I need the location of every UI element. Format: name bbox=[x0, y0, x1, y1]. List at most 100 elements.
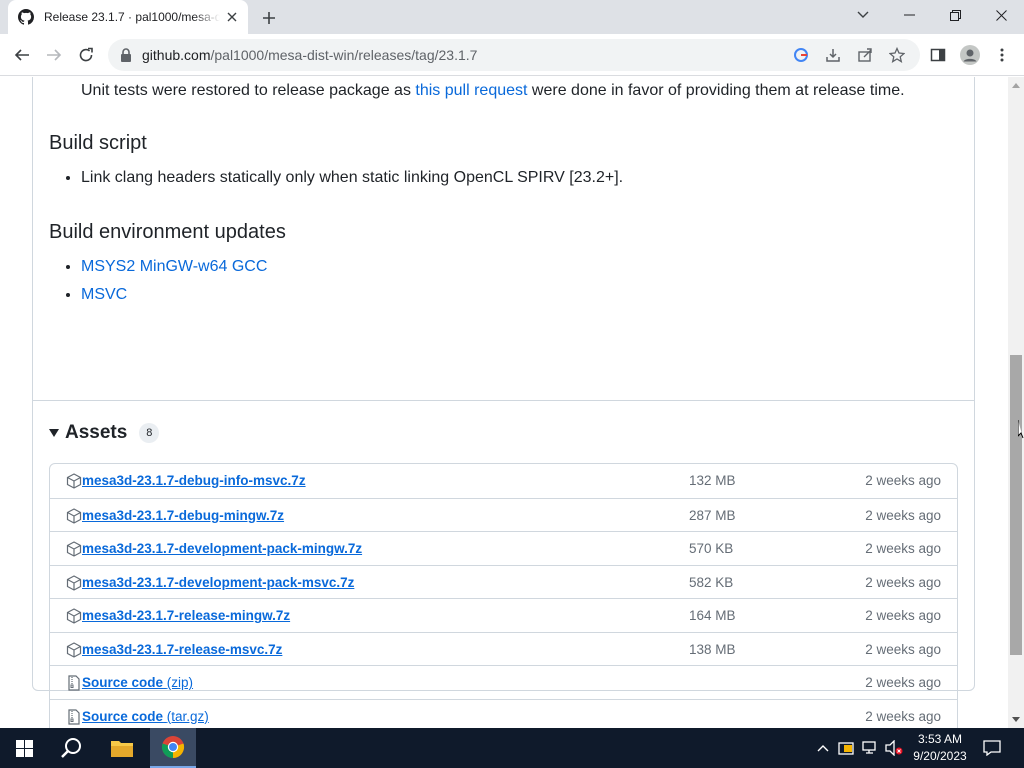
tab-search-chevron-icon[interactable] bbox=[840, 0, 886, 30]
asset-row: mesa3d-23.1.7-debug-mingw.7z 287 MB 2 week… bbox=[50, 497, 957, 532]
forward-arrow-icon[interactable] bbox=[42, 43, 66, 67]
windows-taskbar: 3:53 AM 9/20/2023 bbox=[0, 728, 1024, 768]
cutoff-text-end: were done in favor of providing them at … bbox=[531, 82, 905, 99]
section-title-build-environment: Build environment updates bbox=[49, 221, 286, 243]
asset-row: mesa3d-23.1.7-release-mingw.7z 164 MB 2 we… bbox=[50, 598, 957, 632]
reload-icon[interactable] bbox=[74, 43, 98, 67]
asset-download-link[interactable]: mesa3d-23.1.7-debug-info-msvc.7z bbox=[82, 473, 306, 488]
asset-download-link[interactable]: mesa3d-23.1.7-release-msvc.7z bbox=[82, 642, 282, 657]
asset-name: mesa3d-23.1.7-release-mingw.7z bbox=[82, 608, 291, 623]
asset-date: 2 weeks ago bbox=[865, 641, 941, 657]
address-bar[interactable]: github.com/pal1000/mesa-dist-win/release… bbox=[108, 39, 920, 71]
package-icon bbox=[66, 608, 82, 624]
asset-row: mesa3d-23.1.7-development-pack-msvc.7z 58… bbox=[50, 564, 957, 599]
asset-download-link[interactable]: Source code (tar.gz) bbox=[82, 709, 209, 724]
file-explorer-icon[interactable] bbox=[98, 728, 146, 768]
assets-title: Assets bbox=[65, 422, 128, 443]
asset-download-link[interactable]: mesa3d-23.1.7-development-pack-msvc.7z bbox=[82, 575, 354, 590]
page-scrollbar[interactable] bbox=[1008, 77, 1024, 728]
chrome-taskbar-icon[interactable] bbox=[150, 728, 196, 768]
asset-download-link[interactable]: mesa3d-23.1.7-development-pack-mingw.7z bbox=[82, 541, 362, 556]
mouse-cursor-icon bbox=[1017, 420, 1024, 440]
asset-date: 2 weeks ago bbox=[865, 541, 941, 556]
side-panel-icon[interactable] bbox=[926, 43, 950, 67]
asset-size: 138 MB bbox=[689, 641, 736, 657]
browser-tabstrip: Release 23.1.7 · pal1000/mesa-dist-win bbox=[0, 0, 1024, 34]
asset-date: 2 weeks ago bbox=[865, 574, 941, 590]
search-icon[interactable] bbox=[48, 728, 96, 768]
assets-toggle[interactable]: Assets 8 bbox=[49, 422, 160, 444]
asset-name: mesa3d-23.1.7-debug-info-msvc.7z bbox=[82, 473, 306, 488]
bookmark-star-icon[interactable] bbox=[888, 46, 906, 64]
new-tab-button[interactable] bbox=[258, 7, 280, 29]
package-icon bbox=[66, 574, 82, 591]
install-app-icon[interactable] bbox=[824, 46, 842, 64]
url-path: /pal1000/mesa-dist-win/releases/tag/23.1… bbox=[210, 47, 478, 63]
chrome-menu-icon[interactable] bbox=[990, 43, 1014, 67]
asset-download-link[interactable]: mesa3d-23.1.7-debug-mingw.7z bbox=[82, 508, 284, 523]
back-arrow-icon[interactable] bbox=[10, 43, 34, 67]
github-icon bbox=[18, 9, 34, 25]
asset-date: 2 weeks ago bbox=[865, 473, 941, 488]
windows-start-icon[interactable] bbox=[0, 728, 48, 768]
clock-time: 3:53 AM bbox=[917, 732, 963, 746]
url-text[interactable]: github.com/pal1000/mesa-dist-win/release… bbox=[142, 47, 477, 63]
asset-date: 2 weeks ago bbox=[865, 675, 941, 690]
close-window-button[interactable] bbox=[978, 0, 1024, 30]
list-item: Link clang headers statically only when … bbox=[81, 164, 623, 192]
asset-name: mesa3d-23.1.7-development-pack-msvc.7z bbox=[82, 574, 355, 590]
asset-row: mesa3d-23.1.7-release-msvc.7z 138 MB 2 wee… bbox=[50, 631, 957, 666]
msys2-link[interactable]: MSYS2 MinGW-w64 GCC bbox=[81, 258, 267, 275]
asset-size: 582 KB bbox=[689, 574, 734, 590]
scroll-up-arrow-icon[interactable] bbox=[1012, 83, 1020, 88]
asset-size: 132 MB bbox=[689, 473, 736, 488]
package-icon bbox=[66, 541, 82, 557]
browser-toolbar: github.com/pal1000/mesa-dist-win/release… bbox=[0, 34, 1024, 76]
share-icon[interactable] bbox=[856, 46, 874, 64]
notifications-icon[interactable] bbox=[978, 728, 1006, 768]
close-tab-icon[interactable] bbox=[224, 9, 240, 25]
volume-muted-icon[interactable] bbox=[884, 728, 904, 768]
system-clock[interactable]: 3:53 AM 9/20/2023 bbox=[908, 731, 972, 765]
google-lens-icon[interactable] bbox=[792, 46, 810, 64]
build-environment-list: MSYS2 MinGW-w64 GCC MSVC bbox=[81, 253, 267, 309]
device-tray-icon[interactable] bbox=[836, 728, 856, 768]
asset-name: mesa3d-23.1.7-release-msvc.7z bbox=[82, 641, 283, 657]
cutoff-text: Unit tests were restored to release pack… bbox=[81, 82, 905, 100]
section-title-build-script: Build script bbox=[49, 132, 147, 154]
asset-download-link[interactable]: mesa3d-23.1.7-release-mingw.7z bbox=[82, 608, 290, 623]
assets-count-badge: 8 bbox=[139, 423, 160, 443]
file-zip-icon bbox=[66, 675, 82, 691]
build-script-list: Link clang headers statically only when … bbox=[81, 164, 623, 192]
list-item: MSVC bbox=[81, 281, 267, 309]
package-icon bbox=[66, 641, 82, 658]
asset-date: 2 weeks ago bbox=[865, 507, 941, 523]
lock-icon[interactable] bbox=[118, 47, 134, 63]
asset-ext: (zip) bbox=[166, 675, 194, 690]
url-host: github.com bbox=[142, 47, 211, 63]
clock-date: 9/20/2023 bbox=[913, 749, 967, 763]
msvc-link[interactable]: MSVC bbox=[81, 286, 127, 303]
scrollbar-thumb[interactable] bbox=[1010, 355, 1022, 655]
package-icon bbox=[66, 473, 82, 489]
scroll-down-arrow-icon[interactable] bbox=[1012, 717, 1020, 722]
asset-size: 287 MB bbox=[689, 507, 736, 523]
asset-row: Source code (zip) 2 weeks ago bbox=[50, 665, 957, 699]
cutoff-link[interactable]: this pull request bbox=[415, 82, 527, 99]
list-item: MSYS2 MinGW-w64 GCC bbox=[81, 253, 267, 281]
asset-row: mesa3d-23.1.7-debug-info-msvc.7z 132 MB 2 … bbox=[50, 464, 957, 498]
asset-name: mesa3d-23.1.7-debug-mingw.7z bbox=[82, 507, 285, 523]
release-card: Unit tests were restored to release pack… bbox=[32, 77, 975, 728]
asset-row: Source code (tar.gz) 2 weeks ago bbox=[50, 698, 957, 729]
divider bbox=[33, 400, 974, 401]
asset-date: 2 weeks ago bbox=[865, 708, 941, 724]
network-icon[interactable] bbox=[860, 728, 880, 768]
asset-download-link[interactable]: Source code (zip) bbox=[82, 675, 193, 690]
asset-ext: (tar.gz) bbox=[166, 708, 209, 724]
profile-avatar-icon[interactable] bbox=[958, 43, 982, 67]
chevron-up-icon[interactable] bbox=[814, 728, 832, 768]
asset-name: Source code bbox=[82, 675, 164, 690]
browser-tab-active[interactable]: Release 23.1.7 · pal1000/mesa-dist-win bbox=[8, 0, 248, 34]
restore-button[interactable] bbox=[932, 0, 978, 30]
minimize-button[interactable] bbox=[886, 0, 932, 30]
